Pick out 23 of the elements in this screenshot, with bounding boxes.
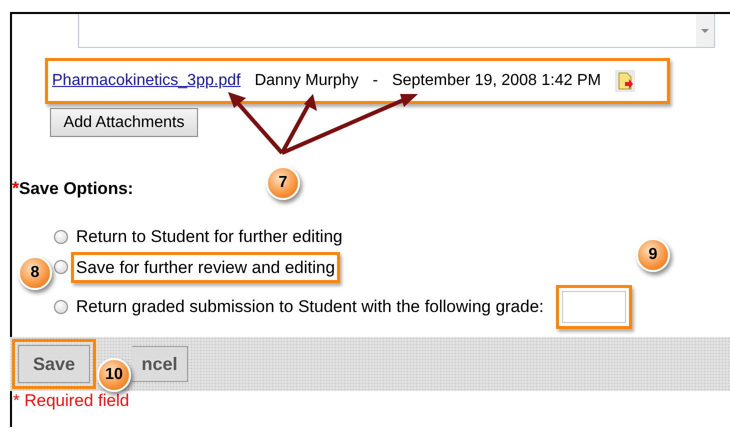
attachment-date: September 19, 2008 1:42 PM [392, 71, 601, 91]
required-asterisk: * [12, 177, 20, 200]
scrollbar[interactable] [696, 14, 714, 47]
attachment-link[interactable]: Pharmacokinetics_3pp.pdf [52, 69, 241, 93]
callout-badge: 7 [266, 166, 300, 200]
callout-badge: 9 [636, 238, 670, 272]
radio-button[interactable] [54, 260, 68, 274]
option-label: Return graded submission to Student with the following grade: [76, 296, 544, 318]
option-label: Return to Student for further editing [76, 226, 342, 248]
document-icon[interactable] [614, 70, 635, 92]
separator: - [372, 71, 378, 91]
radio-button[interactable] [54, 300, 68, 314]
author-name: Danny Murphy [254, 71, 359, 91]
scroll-down-icon [701, 28, 709, 32]
radio-button[interactable] [54, 230, 68, 244]
save-button[interactable]: Save [18, 345, 90, 383]
required-field-note: * Required field [13, 391, 130, 411]
option-label: Save for further review and editing [71, 252, 340, 283]
add-attachments-button[interactable]: Add Attachments [50, 108, 198, 137]
cancel-button[interactable]: ncel [132, 346, 188, 382]
callout-badge: 8 [18, 256, 52, 290]
save-options-label: Save Options: [19, 178, 134, 200]
grade-input[interactable] [562, 291, 626, 323]
